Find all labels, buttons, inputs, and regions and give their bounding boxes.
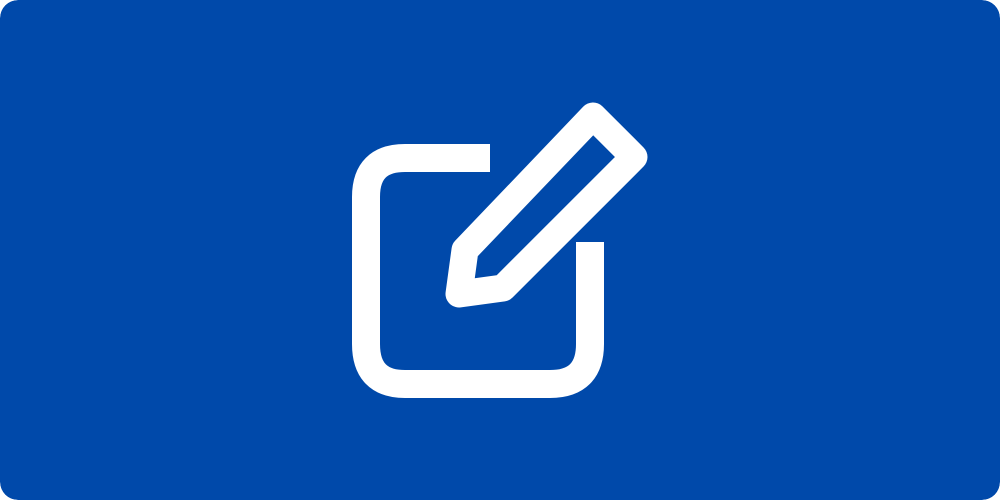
banner-background	[0, 0, 1000, 500]
edit-banner[interactable]	[0, 0, 1000, 500]
edit-icon[interactable]	[0, 0, 1000, 500]
